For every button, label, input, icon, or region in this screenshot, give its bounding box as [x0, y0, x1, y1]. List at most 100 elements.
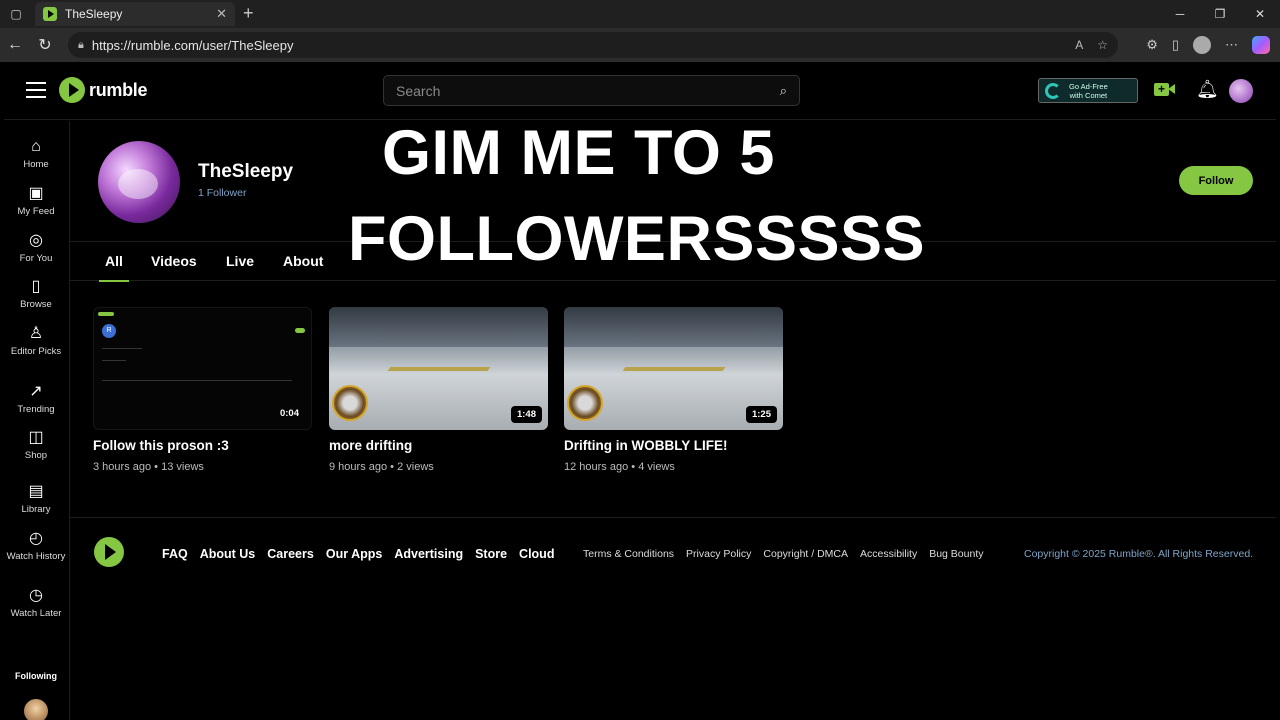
video-card[interactable]: 1:25 Drifting in WOBBLY LIFE! 12 hours a…: [564, 307, 783, 473]
video-meta: 12 hours ago • 4 views: [564, 461, 675, 473]
more-icon[interactable]: ⋯: [1225, 37, 1238, 53]
extensions-icon[interactable]: ⚙: [1146, 37, 1158, 53]
rumble-logo-icon: [59, 77, 85, 103]
sidebar-item-editor-picks[interactable]: ♙ Editor Picks: [4, 324, 68, 358]
user-avatar[interactable]: [1229, 79, 1253, 103]
notifications-bell-icon[interactable]: 🔔︎: [1196, 79, 1219, 100]
sidebar-item-watch-later[interactable]: ◷ Watch Later: [4, 586, 68, 620]
video-duration: 0:04: [279, 408, 299, 419]
views-label: views: [647, 461, 675, 473]
copilot-icon[interactable]: [1252, 36, 1270, 54]
sidebar-label: Browse: [20, 299, 52, 310]
upload-video-icon[interactable]: +: [1154, 80, 1176, 98]
sidebar-item-trending[interactable]: ↗ Trending: [4, 382, 68, 416]
footer-link-bug-bounty[interactable]: Bug Bounty: [929, 548, 983, 560]
video-title[interactable]: Follow this proson :3: [93, 438, 312, 453]
minimize-icon[interactable]: ─: [1160, 0, 1200, 28]
sidebar-label: Watch Later: [10, 608, 62, 619]
video-card[interactable]: R 0:04 Follow this proson :3 3 hours ago…: [93, 307, 312, 473]
close-tab-icon[interactable]: ✕: [216, 6, 227, 22]
address-bar[interactable]: 🔒︎ https://rumble.com/user/TheSleepy A ☆: [68, 32, 1118, 58]
sidebar-label: Editor Picks: [10, 346, 62, 357]
footer-link-store[interactable]: Store: [475, 547, 507, 561]
video-age: 12 hours ago: [564, 461, 629, 473]
menu-icon[interactable]: [26, 82, 46, 103]
video-title[interactable]: Drifting in WOBBLY LIFE!: [564, 438, 783, 453]
footer-link-advertising[interactable]: Advertising: [394, 547, 463, 561]
search-input[interactable]: [396, 82, 780, 99]
channel-tabs: All Videos Live About: [70, 241, 1276, 282]
read-aloud-icon[interactable]: A: [1075, 38, 1083, 52]
footer-link-apps[interactable]: Our Apps: [326, 547, 382, 561]
history-icon: ◴: [29, 530, 43, 547]
video-age: 9 hours ago: [329, 461, 388, 473]
video-duration: 1:25: [745, 406, 777, 423]
footer-link-cloud[interactable]: Cloud: [519, 547, 554, 561]
tab-all[interactable]: All: [99, 253, 129, 282]
follow-button[interactable]: Follow: [1179, 166, 1253, 195]
sidebar-item-for-you[interactable]: ◎ For You: [4, 231, 68, 265]
adfree-line1: Go Ad-Free: [1069, 81, 1108, 91]
logo-text: rumble: [89, 79, 148, 100]
sidebar: ⌂ Home ▣ My Feed ◎ For You ▯ Browse ♙ Editor …: [4, 121, 70, 720]
rumble-logo[interactable]: rumble: [59, 77, 148, 103]
video-thumbnail[interactable]: R 0:04: [93, 307, 312, 430]
site-header: rumble ⌕ Go Ad-Free with Comet + 🔔︎: [4, 62, 1276, 120]
video-thumbnail[interactable]: 1:48: [329, 307, 548, 430]
video-age: 3 hours ago: [93, 461, 152, 473]
search-icon[interactable]: ⌕: [780, 83, 787, 99]
lock-icon: 🔒︎: [78, 38, 84, 51]
refresh-icon[interactable]: ↻: [30, 35, 60, 55]
browse-icon: ▯: [31, 278, 41, 295]
footer-link-accessibility[interactable]: Accessibility: [860, 548, 917, 560]
award-icon: ♙: [28, 325, 44, 342]
sidebar-item-home[interactable]: ⌂ Home: [4, 137, 68, 171]
tab-actions-icon[interactable]: ▢: [0, 0, 32, 28]
video-card[interactable]: 1:48 more drifting 9 hours ago • 2 views: [329, 307, 548, 473]
back-icon[interactable]: ←: [0, 36, 30, 54]
sidebar-item-browse[interactable]: ▯ Browse: [4, 277, 68, 311]
favorite-star-icon[interactable]: ☆: [1097, 38, 1108, 52]
footer-link-dmca[interactable]: Copyright / DMCA: [763, 548, 848, 560]
footer-link-careers[interactable]: Careers: [267, 547, 314, 561]
overlay-line1: GIM ME TO 5: [382, 118, 775, 188]
window-controls: ─ ❐ ✕: [1160, 0, 1280, 28]
footer-link-about[interactable]: About Us: [200, 547, 256, 561]
sidebar-item-shop[interactable]: ◫ Shop: [4, 428, 68, 462]
following-channel-avatar[interactable]: [24, 699, 48, 720]
video-views: 13: [161, 461, 174, 473]
search-box: ⌕: [383, 75, 800, 106]
split-screen-icon[interactable]: ▯: [1172, 37, 1179, 53]
video-views: 4: [638, 461, 645, 473]
copyright-text: Copyright © 2025 Rumble®. All Rights Res…: [1024, 548, 1254, 560]
close-window-icon[interactable]: ✕: [1240, 0, 1280, 28]
views-label: views: [176, 461, 204, 473]
sidebar-label: Trending: [17, 404, 55, 415]
channel-main: TheSleepy 1 Follower Follow All Videos L…: [70, 118, 1276, 720]
sidebar-label: For You: [19, 253, 53, 264]
sidebar-item-library[interactable]: ▤ Library: [4, 482, 68, 516]
new-tab-icon[interactable]: +: [243, 3, 254, 24]
footer-links: FAQ About Us Careers Our Apps Advertisin…: [162, 547, 554, 561]
footer-link-faq[interactable]: FAQ: [162, 547, 188, 561]
restore-icon[interactable]: ❐: [1200, 0, 1240, 28]
video-title[interactable]: more drifting: [329, 438, 548, 453]
video-thumbnail[interactable]: 1:25: [564, 307, 783, 430]
ad-free-banner[interactable]: Go Ad-Free with Comet: [1038, 78, 1138, 103]
tab-videos[interactable]: Videos: [151, 253, 197, 269]
sidebar-item-watch-history[interactable]: ◴ Watch History: [4, 529, 68, 563]
sidebar-label: Watch History: [6, 551, 66, 562]
tab-live[interactable]: Live: [226, 253, 254, 269]
browser-tab[interactable]: TheSleepy ✕: [35, 2, 235, 26]
footer-link-terms[interactable]: Terms & Conditions: [583, 548, 674, 560]
sidebar-label: Shop: [24, 450, 48, 461]
sidebar-item-my-feed[interactable]: ▣ My Feed: [4, 184, 68, 218]
browser-tabbar: ▢ TheSleepy ✕ + ─ ❐ ✕: [0, 0, 1280, 28]
profile-icon[interactable]: [1193, 36, 1211, 54]
sidebar-label: My Feed: [17, 206, 55, 217]
footer-link-privacy[interactable]: Privacy Policy: [686, 548, 751, 560]
footer-logo-icon[interactable]: [94, 537, 124, 567]
browser-extensions: ⚙ ▯ ⋯: [1146, 32, 1270, 58]
footer-legal-links: Terms & Conditions Privacy Policy Copyri…: [583, 548, 984, 560]
tab-about[interactable]: About: [283, 253, 323, 269]
